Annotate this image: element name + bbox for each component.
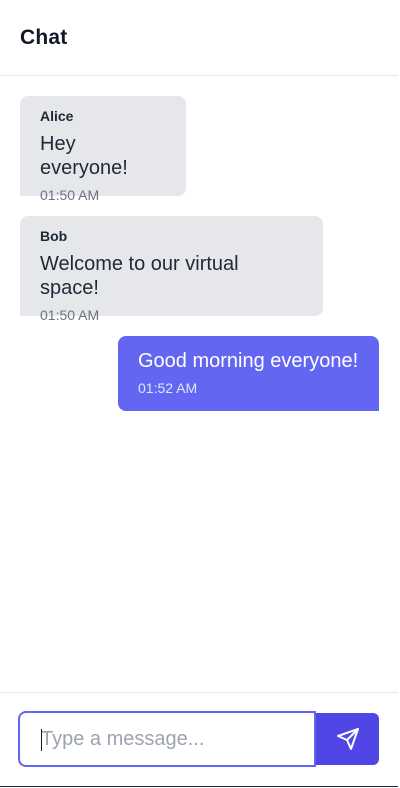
message-text: Good morning everyone!	[138, 350, 359, 372]
message-bubble-incoming: Alice Hey everyone! 01:50 AM	[20, 96, 186, 203]
text-caret	[41, 729, 42, 751]
message-composer	[0, 692, 398, 786]
message-timestamp: 01:52 AM	[138, 380, 198, 396]
message-text: Welcome to our virtual space!	[40, 253, 239, 299]
chat-header: Chat	[0, 0, 398, 76]
message-bubble-outgoing: Good morning everyone! 01:52 AM	[118, 336, 379, 411]
message-timestamp: 01:50 AM	[40, 187, 100, 203]
message-sender: Alice	[40, 108, 74, 124]
message-timestamp: 01:50 AM	[40, 307, 100, 323]
send-button[interactable]	[316, 713, 379, 765]
page-title: Chat	[20, 26, 68, 49]
message-bubble-incoming: Bob Welcome to our virtual space! 01:50 …	[20, 216, 323, 323]
message-sender: Bob	[40, 228, 68, 244]
message-text: Hey everyone!	[40, 133, 128, 179]
message-input[interactable]	[18, 711, 316, 767]
chat-app: Chat Alice Hey everyone! 01:50 AM Bob We…	[0, 0, 398, 787]
send-icon	[336, 728, 359, 750]
message-list: Alice Hey everyone! 01:50 AM Bob Welcome…	[0, 76, 398, 411]
